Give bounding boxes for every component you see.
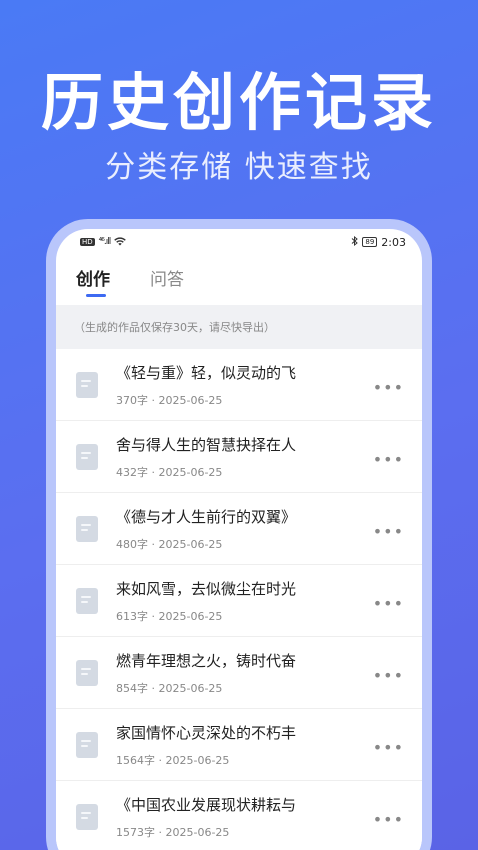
status-time: 2:03: [381, 235, 406, 249]
list-item[interactable]: 《轻与重》轻，似灵动的飞 370字 · 2025-06-25 •••: [56, 349, 422, 421]
document-icon: [76, 587, 98, 614]
phone-screen: HD ⁴⁶.ıll 89 2:03 创作 问答 （生成的作品仅保存30天，请尽快…: [56, 229, 422, 850]
tab-creation[interactable]: 创作: [76, 265, 110, 297]
item-title: 《德与才人生前行的双翼》: [116, 507, 297, 526]
list-item[interactable]: 燃青年理想之火，铸时代奋 854字 · 2025-06-25 •••: [56, 637, 422, 709]
item-title: 家国情怀心灵深处的不朽丰: [116, 723, 297, 742]
more-icon[interactable]: •••: [373, 666, 404, 685]
battery-icon: 89: [362, 237, 378, 247]
document-icon: [76, 515, 98, 542]
tab-bar: 创作 问答: [56, 255, 422, 305]
document-icon: [76, 659, 98, 686]
hd-icon: HD: [80, 238, 95, 246]
more-icon[interactable]: •••: [373, 594, 404, 613]
record-list: 《轻与重》轻，似灵动的飞 370字 · 2025-06-25 ••• 舍与得人生…: [56, 349, 422, 850]
more-icon[interactable]: •••: [373, 810, 404, 829]
signal-icon: ⁴⁶.ıll: [98, 237, 112, 247]
document-icon: [76, 731, 98, 758]
item-title: 《轻与重》轻，似灵动的飞: [116, 363, 297, 382]
wifi-icon: [114, 236, 127, 249]
item-title: 来如风雪，去似微尘在时光: [116, 579, 297, 598]
tab-qa[interactable]: 问答: [150, 265, 184, 290]
document-icon: [76, 803, 98, 830]
more-icon[interactable]: •••: [373, 378, 404, 397]
status-bar: HD ⁴⁶.ıll 89 2:03: [56, 229, 422, 255]
item-title: 《中国农业发展现状耕耘与: [116, 795, 297, 814]
list-item[interactable]: 舍与得人生的智慧抉择在人 432字 · 2025-06-25 •••: [56, 421, 422, 493]
document-icon: [76, 371, 98, 398]
item-title: 舍与得人生的智慧抉择在人: [116, 435, 297, 454]
more-icon[interactable]: •••: [373, 522, 404, 541]
list-item[interactable]: 来如风雪，去似微尘在时光 613字 · 2025-06-25 •••: [56, 565, 422, 637]
retention-notice: （生成的作品仅保存30天，请尽快导出）: [56, 305, 422, 349]
bluetooth-icon: [351, 235, 359, 249]
list-item[interactable]: 《中国农业发展现状耕耘与 1573字 · 2025-06-25 •••: [56, 781, 422, 850]
document-icon: [76, 443, 98, 470]
more-icon[interactable]: •••: [373, 738, 404, 757]
item-title: 燃青年理想之火，铸时代奋: [116, 651, 297, 670]
list-item[interactable]: 家国情怀心灵深处的不朽丰 1564字 · 2025-06-25 •••: [56, 709, 422, 781]
more-icon[interactable]: •••: [373, 450, 404, 469]
hero-subtitle: 分类存储 快速查找: [105, 150, 373, 185]
phone-frame: HD ⁴⁶.ıll 89 2:03 创作 问答 （生成的作品仅保存30天，请尽快…: [46, 219, 432, 850]
list-item[interactable]: 《德与才人生前行的双翼》 480字 · 2025-06-25 •••: [56, 493, 422, 565]
hero-title: 历史创作记录: [40, 66, 437, 139]
